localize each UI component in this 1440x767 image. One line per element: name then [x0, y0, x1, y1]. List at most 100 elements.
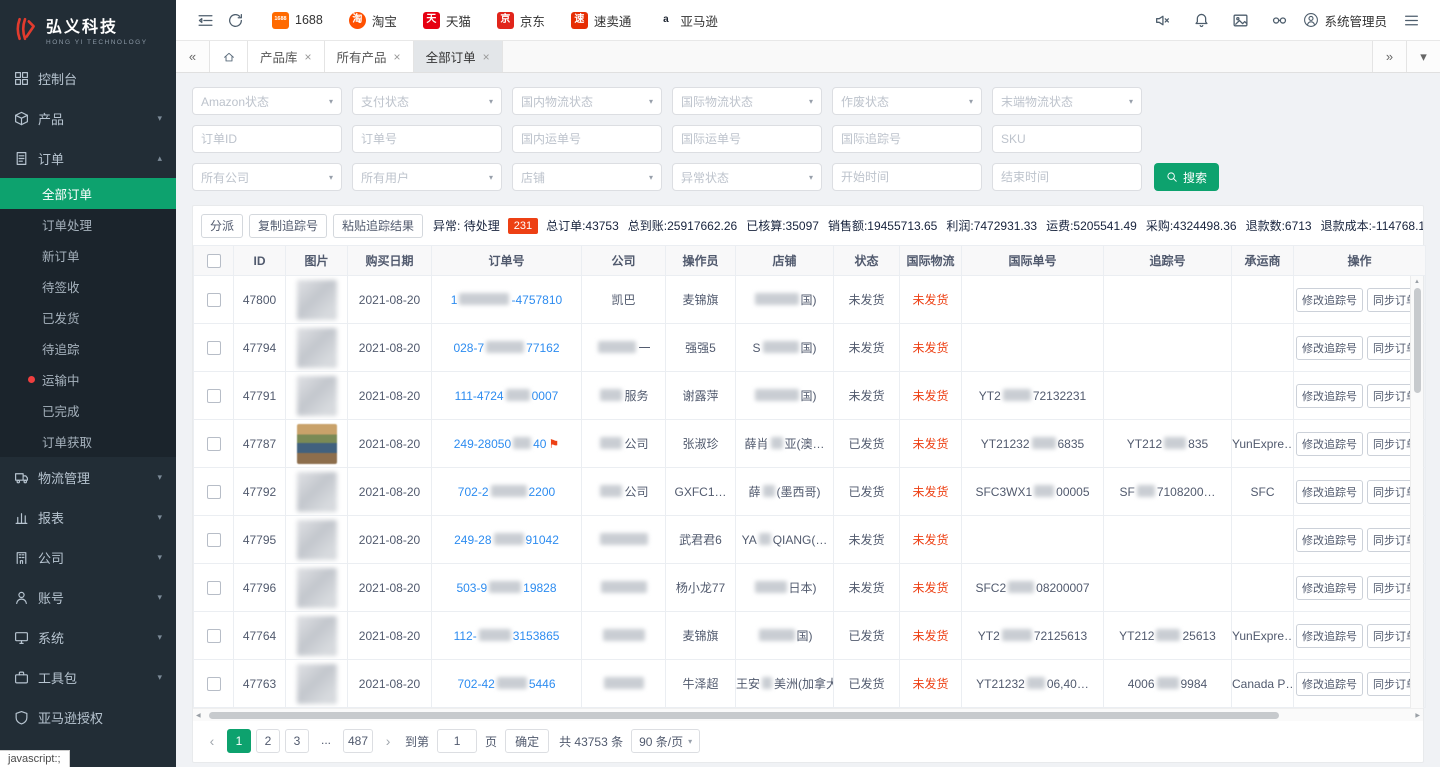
sidebar-item-amazon-auth[interactable]: 亚马逊授权 — [0, 697, 176, 737]
tab-all-orders[interactable]: 全部订单× — [414, 41, 503, 72]
volume-icon[interactable] — [1147, 5, 1177, 35]
order-link[interactable]: 112-3153865 — [454, 629, 560, 643]
screenshot-icon[interactable] — [1225, 5, 1255, 35]
collapse-menu-icon[interactable] — [190, 5, 220, 35]
tab-product-library[interactable]: 产品库× — [248, 41, 325, 72]
horizontal-scroll-thumb[interactable] — [209, 712, 1279, 719]
tab-home[interactable] — [210, 41, 248, 72]
row-checkbox[interactable] — [207, 293, 221, 307]
filter-select-amazon-status[interactable]: Amazon状态▾ — [192, 87, 342, 115]
scroll-left-icon[interactable]: ◀ — [196, 712, 201, 719]
filter-select-all-companies[interactable]: 所有公司▾ — [192, 163, 342, 191]
scroll-tabs-right-icon[interactable]: » — [1372, 41, 1406, 72]
page-size-select[interactable]: 90 条/页 ▾ — [631, 729, 700, 753]
sidebar-subitem-new-orders[interactable]: 新订单 — [0, 240, 176, 271]
vertical-scroll-thumb[interactable] — [1414, 288, 1421, 393]
order-link[interactable]: 1-4757810 — [451, 293, 562, 307]
sidebar-subitem-pending-tracking[interactable]: 待追踪 — [0, 333, 176, 364]
horizontal-scrollbar[interactable]: ◀ ▶ — [193, 708, 1423, 721]
platform-link-1688[interactable]: 16881688 — [272, 12, 323, 29]
sidebar-item-system[interactable]: 系统▾ — [0, 617, 176, 657]
sidebar-subitem-completed[interactable]: 已完成 — [0, 395, 176, 426]
sidebar-item-company[interactable]: 公司▾ — [0, 537, 176, 577]
close-icon[interactable]: × — [305, 50, 312, 64]
filter-input-sku[interactable] — [992, 125, 1142, 153]
select-all-checkbox[interactable] — [207, 254, 221, 268]
filter-input-intl-waybill-no[interactable] — [672, 125, 822, 153]
platform-link-aliexpress[interactable]: 速速卖通 — [571, 11, 632, 30]
filter-input-order-id[interactable] — [192, 125, 342, 153]
menu-icon[interactable] — [1396, 5, 1426, 35]
sidebar-subitem-shipped[interactable]: 已发货 — [0, 302, 176, 333]
sidebar-subitem-in-transit[interactable]: 运输中 — [0, 364, 176, 395]
close-icon[interactable]: × — [394, 50, 401, 64]
sidebar-item-console[interactable]: 控制台 — [0, 58, 176, 98]
filter-select-intl-logistics-status[interactable]: 国际物流状态▾ — [672, 87, 822, 115]
sidebar-item-product[interactable]: 产品▾ — [0, 98, 176, 138]
filter-input-end-time[interactable] — [992, 163, 1142, 191]
sidebar-item-logistics[interactable]: 物流管理▾ — [0, 457, 176, 497]
row-checkbox[interactable] — [207, 629, 221, 643]
next-page-icon[interactable]: › — [379, 733, 397, 749]
modify-tracking-button[interactable]: 修改追踪号 — [1296, 528, 1363, 552]
page-button-487[interactable]: 487 — [343, 729, 373, 753]
paste-tracking-result-button[interactable]: 粘贴追踪结果 — [333, 214, 423, 238]
tab-all-products[interactable]: 所有产品× — [325, 41, 414, 72]
copy-tracking-button[interactable]: 复制追踪号 — [249, 214, 327, 238]
row-checkbox[interactable] — [207, 485, 221, 499]
row-checkbox[interactable] — [207, 533, 221, 547]
order-link[interactable]: 702-425446 — [457, 677, 555, 691]
scroll-up-icon[interactable]: ▲ — [1414, 276, 1420, 286]
row-checkbox[interactable] — [207, 389, 221, 403]
sidebar-subitem-all-orders[interactable]: 全部订单 — [0, 178, 176, 209]
order-link[interactable]: 028-777162 — [453, 341, 559, 355]
platform-link-taobao[interactable]: 淘淘宝 — [349, 11, 397, 30]
modify-tracking-button[interactable]: 修改追踪号 — [1296, 480, 1363, 504]
dispatch-button[interactable]: 分派 — [201, 214, 243, 238]
tabs-menu-icon[interactable]: ▾ — [1406, 41, 1440, 72]
filter-select-domestic-logistics-status[interactable]: 国内物流状态▾ — [512, 87, 662, 115]
row-checkbox[interactable] — [207, 581, 221, 595]
vertical-scrollbar[interactable]: ▲ — [1410, 276, 1423, 708]
modify-tracking-button[interactable]: 修改追踪号 — [1296, 672, 1363, 696]
sidebar-subitem-pending-receipt[interactable]: 待签收 — [0, 271, 176, 302]
row-checkbox[interactable] — [207, 437, 221, 451]
order-link[interactable]: 503-919828 — [456, 581, 556, 595]
platform-link-amazon[interactable]: a亚马逊 — [657, 11, 718, 30]
filter-select-shop[interactable]: 店铺▾ — [512, 163, 662, 191]
order-link[interactable]: 111-47240007 — [455, 389, 559, 403]
order-link[interactable]: 702-22200 — [458, 485, 555, 499]
page-button-3[interactable]: 3 — [285, 729, 309, 753]
sidebar-item-account[interactable]: 账号▾ — [0, 577, 176, 617]
sidebar-item-toolkit[interactable]: 工具包▾ — [0, 657, 176, 697]
sidebar-item-order[interactable]: 订单▴ — [0, 138, 176, 178]
refresh-icon[interactable] — [220, 5, 250, 35]
filter-select-pay-status[interactable]: 支付状态▾ — [352, 87, 502, 115]
modify-tracking-button[interactable]: 修改追踪号 — [1296, 576, 1363, 600]
order-link[interactable]: 249-2891042 — [454, 533, 559, 547]
platform-link-jd[interactable]: 京京东 — [497, 11, 545, 30]
scroll-right-icon[interactable]: ▶ — [1415, 712, 1420, 719]
close-icon[interactable]: × — [483, 50, 490, 64]
page-button-2[interactable]: 2 — [256, 729, 280, 753]
filter-select-exception-status[interactable]: 异常状态▾ — [672, 163, 822, 191]
prev-page-icon[interactable]: ‹ — [203, 733, 221, 749]
bell-icon[interactable] — [1186, 5, 1216, 35]
user-menu[interactable]: 系统管理员 — [1303, 11, 1387, 30]
row-checkbox[interactable] — [207, 677, 221, 691]
sidebar-subitem-order-fetch[interactable]: 订单获取 — [0, 426, 176, 457]
modify-tracking-button[interactable]: 修改追踪号 — [1296, 288, 1363, 312]
filter-select-last-mile-status[interactable]: 末端物流状态▾ — [992, 87, 1142, 115]
page-button-1[interactable]: 1 — [227, 729, 251, 753]
order-link[interactable]: 249-2805040 — [454, 437, 547, 451]
filter-input-order-no[interactable] — [352, 125, 502, 153]
filter-select-all-users[interactable]: 所有用户▾ — [352, 163, 502, 191]
filter-select-void-status[interactable]: 作废状态▾ — [832, 87, 982, 115]
scroll-tabs-left-icon[interactable]: « — [176, 41, 210, 72]
modify-tracking-button[interactable]: 修改追踪号 — [1296, 624, 1363, 648]
search-button[interactable]: 搜索 — [1154, 163, 1219, 191]
confirm-page-button[interactable]: 确定 — [505, 729, 549, 753]
filter-input-domestic-waybill-no[interactable] — [512, 125, 662, 153]
filter-input-start-time[interactable] — [832, 163, 982, 191]
sidebar-item-report[interactable]: 报表▾ — [0, 497, 176, 537]
